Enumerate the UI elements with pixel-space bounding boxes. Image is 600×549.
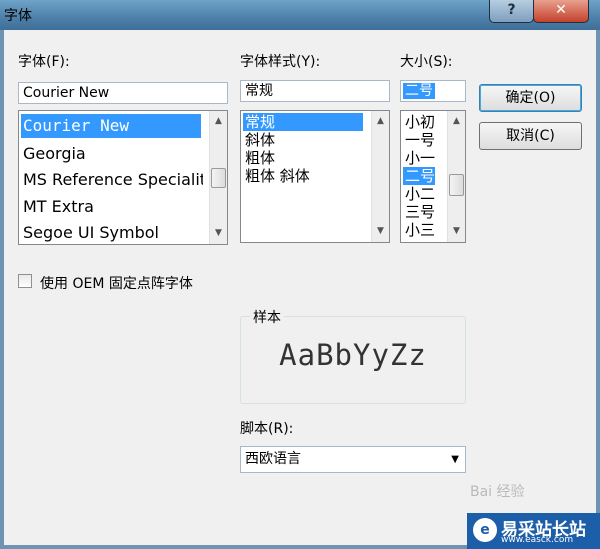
size-item[interactable]: 三号 (403, 203, 435, 221)
style-scrollbar[interactable]: ▲ ▼ (371, 111, 389, 242)
style-label: 字体样式(Y): (240, 54, 321, 70)
scroll-up-arrow-icon[interactable]: ▲ (210, 113, 227, 130)
size-scrollbar[interactable]: ▲ ▼ (447, 111, 465, 242)
brand-url: www.easck.com (501, 535, 574, 545)
font-label: 字体(F): (18, 54, 70, 70)
cancel-button[interactable]: 取消(C) (479, 122, 582, 150)
style-item-bold-italic[interactable]: 粗体 斜体 (243, 167, 310, 185)
script-select[interactable]: 西欧语言 ▼ (240, 446, 466, 473)
style-item-bold[interactable]: 粗体 (243, 149, 275, 167)
scroll-down-arrow-icon[interactable]: ▼ (210, 225, 227, 242)
style-list[interactable]: 常规 斜体 粗体 粗体 斜体 ▲ ▼ (240, 110, 390, 243)
font-item-georgia[interactable]: Georgia (21, 142, 86, 166)
font-input[interactable]: Courier New (18, 82, 228, 104)
size-label: 大小(S): (400, 54, 453, 70)
window-title: 字体 (4, 8, 32, 24)
style-item-regular[interactable]: 常规 (243, 113, 363, 131)
script-select-value: 西欧语言 (245, 451, 301, 467)
close-button[interactable]: ✕ (533, 0, 589, 23)
chevron-down-icon[interactable]: ▼ (451, 447, 459, 472)
size-input-value: 二号 (403, 83, 435, 99)
ok-button[interactable]: 确定(O) (479, 84, 582, 112)
sample-label: 样本 (250, 307, 284, 327)
size-item-selected[interactable]: 二号 (403, 167, 436, 185)
baidu-watermark: Bai 经验 (470, 484, 525, 500)
oem-checkbox-label[interactable]: 使用 OEM 固定点阵字体 (40, 273, 193, 293)
scroll-up-arrow-icon[interactable]: ▲ (372, 113, 389, 130)
font-item-segoe-ui-symbol[interactable]: Segoe UI Symbol (21, 221, 159, 244)
style-item-italic[interactable]: 斜体 (243, 131, 275, 149)
font-list[interactable]: Courier New Georgia MS Reference Special… (18, 110, 228, 245)
size-item[interactable]: 一号 (403, 131, 435, 149)
sample-preview-text: AaBbYyZz (279, 338, 427, 372)
size-item[interactable]: 小一 (403, 149, 435, 167)
brand-e-icon: e (473, 518, 497, 542)
scroll-thumb[interactable] (449, 174, 464, 196)
style-input[interactable]: 常规 (240, 80, 390, 102)
font-item-ms-reference[interactable]: MS Reference Speciality (21, 168, 203, 192)
brand-logo-banner: e 易采站长站 www.easck.com (467, 513, 600, 549)
size-list[interactable]: 小初 一号 小一 二号 小二 三号 小三 ▲ ▼ (400, 110, 466, 243)
font-scrollbar[interactable]: ▲ ▼ (209, 111, 227, 244)
font-item-courier-new[interactable]: Courier New (21, 114, 201, 138)
font-item-mt-extra[interactable]: MT Extra (21, 195, 94, 219)
scroll-up-arrow-icon[interactable]: ▲ (448, 113, 465, 130)
scroll-thumb[interactable] (211, 168, 226, 188)
help-button[interactable]: ? (489, 0, 534, 23)
oem-checkbox[interactable] (18, 274, 32, 288)
size-item[interactable]: 小二 (403, 185, 435, 203)
size-item[interactable]: 小初 (403, 113, 435, 131)
scroll-down-arrow-icon[interactable]: ▼ (372, 223, 389, 240)
size-item[interactable]: 小三 (403, 221, 435, 239)
scroll-down-arrow-icon[interactable]: ▼ (448, 223, 465, 240)
title-bar[interactable]: 字体 ? ✕ (0, 0, 600, 30)
script-label: 脚本(R): (240, 421, 294, 437)
size-input[interactable]: 二号 (400, 80, 466, 102)
